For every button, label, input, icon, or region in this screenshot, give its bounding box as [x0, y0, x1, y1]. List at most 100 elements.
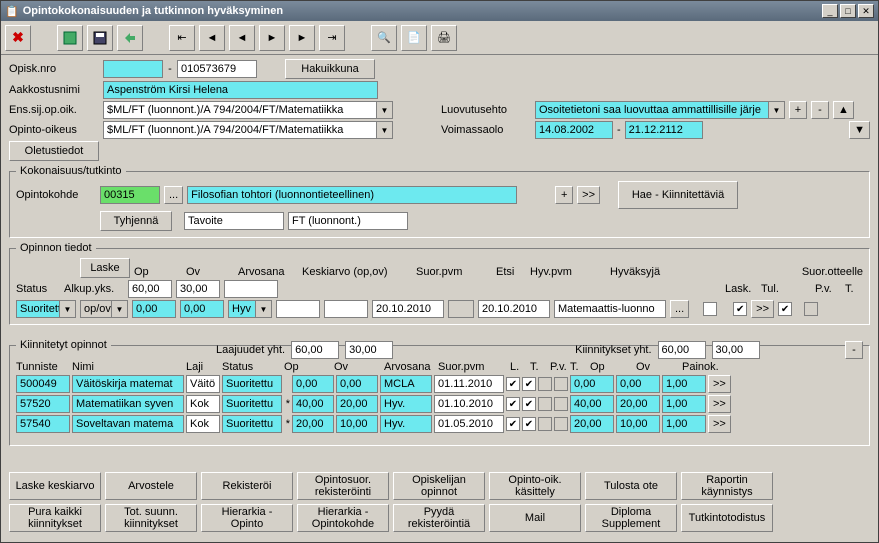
- action-button[interactable]: Diploma Supplement: [585, 504, 677, 532]
- action-button[interactable]: Mail: [489, 504, 581, 532]
- action-button[interactable]: Arvostele: [105, 472, 197, 500]
- plus-button[interactable]: +: [789, 101, 807, 119]
- action-button[interactable]: Tutkintotodistus: [681, 504, 773, 532]
- cell-t2-check[interactable]: [554, 397, 568, 411]
- cell-t-check[interactable]: ✔: [522, 377, 536, 391]
- cell-painok[interactable]: 1,00: [662, 375, 706, 393]
- aakkostusnimi-field[interactable]: Aspenström Kirsi Helena: [103, 81, 378, 99]
- cell-pv-check[interactable]: [538, 417, 552, 431]
- cell-laji[interactable]: Väitö: [186, 375, 220, 393]
- arvosana-field1[interactable]: [224, 280, 278, 298]
- action-button[interactable]: Opintosuor. rekisteröinti: [297, 472, 389, 500]
- cell-suorpvm[interactable]: 01.10.2010: [434, 395, 504, 413]
- cell-painok[interactable]: 1,00: [662, 415, 706, 433]
- minimize-button[interactable]: _: [822, 4, 838, 18]
- action-button[interactable]: Pyydä rekisteröintiä: [393, 504, 485, 532]
- maximize-button[interactable]: □: [840, 4, 856, 18]
- voimassaolo-to[interactable]: 21.12.2112: [625, 121, 703, 139]
- action-button[interactable]: Raportin käynnistys: [681, 472, 773, 500]
- tavoite-field[interactable]: Tavoite: [184, 212, 284, 230]
- t-check[interactable]: [804, 302, 818, 316]
- chevron-down-icon[interactable]: ▼: [376, 102, 392, 118]
- print-icon[interactable]: 🖨: [431, 25, 457, 51]
- hyvpvm-field[interactable]: 20.10.2010: [478, 300, 550, 318]
- action-button[interactable]: Opiskelijan opinnot: [393, 472, 485, 500]
- oletustiedot-button[interactable]: Oletustiedot: [9, 141, 99, 161]
- cell-suorpvm[interactable]: 01.11.2010: [434, 375, 504, 393]
- luovutusehto-select[interactable]: Osoitetietoni saa luovuttaa ammattillisi…: [535, 101, 785, 119]
- voimassaolo-from[interactable]: 14.08.2002: [535, 121, 613, 139]
- opintokohde-desc[interactable]: Filosofian tohtori (luonnontieteellinen): [187, 186, 517, 204]
- action-button[interactable]: Tot. suunn. kiinnitykset: [105, 504, 197, 532]
- tul-next[interactable]: >>: [751, 300, 774, 318]
- cell-ov[interactable]: 0,00: [336, 375, 378, 393]
- laske-button[interactable]: Laske: [80, 258, 130, 278]
- cell-arvosana[interactable]: Hyv.: [380, 395, 432, 413]
- lask-check[interactable]: [703, 302, 717, 316]
- cell-op[interactable]: 0,00: [292, 375, 334, 393]
- kok-plus[interactable]: +: [555, 186, 573, 204]
- cell-op[interactable]: 40,00: [292, 395, 334, 413]
- nav-prev2-icon[interactable]: ◄: [229, 25, 255, 51]
- nav-first-icon[interactable]: ⇤: [169, 25, 195, 51]
- ens-select[interactable]: $ML/FT (luonnont.)/A 794/2004/FT/Matemat…: [103, 101, 393, 119]
- cell-arvosana[interactable]: Hyv.: [380, 415, 432, 433]
- cell-l-check[interactable]: ✔: [506, 417, 520, 431]
- op-field2[interactable]: 0,00: [132, 300, 176, 318]
- action-button[interactable]: Hierarkia - Opinto: [201, 504, 293, 532]
- close-button[interactable]: ✕: [858, 4, 874, 18]
- row-next[interactable]: >>: [708, 395, 731, 413]
- cell-tunniste[interactable]: 500049: [16, 375, 70, 393]
- cell-t-check[interactable]: ✔: [522, 417, 536, 431]
- cell-ov[interactable]: 10,00: [336, 415, 378, 433]
- nav-next2-icon[interactable]: ►: [259, 25, 285, 51]
- cell-nimi[interactable]: Soveltavan matema: [72, 415, 184, 433]
- cell-tunniste[interactable]: 57520: [16, 395, 70, 413]
- hae-button[interactable]: Hae - Kiinnitettäviä: [618, 181, 738, 209]
- cell-pv-check[interactable]: [538, 377, 552, 391]
- kok-next[interactable]: >>: [577, 186, 600, 204]
- cell-ov2[interactable]: 10,00: [616, 415, 660, 433]
- opinto-select[interactable]: $ML/FT (luonnont.)/A 794/2004/FT/Matemat…: [103, 121, 393, 139]
- status-select[interactable]: Suoritettu▼: [16, 300, 76, 318]
- export-icon[interactable]: [117, 25, 143, 51]
- cell-t2-check[interactable]: [554, 377, 568, 391]
- kiinn-minus[interactable]: -: [845, 341, 863, 359]
- ov-field2[interactable]: 0,00: [180, 300, 224, 318]
- tul-check[interactable]: ✔: [733, 302, 747, 316]
- cell-l-check[interactable]: ✔: [506, 397, 520, 411]
- disk-icon[interactable]: [87, 25, 113, 51]
- nav-prev-icon[interactable]: ◄: [199, 25, 225, 51]
- cell-suorpvm[interactable]: 01.05.2010: [434, 415, 504, 433]
- hakuikkuna-button[interactable]: Hakuikkuna: [285, 59, 375, 79]
- row-next[interactable]: >>: [708, 375, 731, 393]
- action-button[interactable]: Laske keskiarvo: [9, 472, 101, 500]
- cell-ov[interactable]: 20,00: [336, 395, 378, 413]
- minus-button[interactable]: -: [811, 101, 829, 119]
- op-field1[interactable]: 60,00: [128, 280, 172, 298]
- suorpvm-field[interactable]: 20.10.2010: [372, 300, 444, 318]
- chevron-down-icon[interactable]: ▼: [376, 122, 392, 138]
- cell-nimi[interactable]: Matematiikan syven: [72, 395, 184, 413]
- save-icon[interactable]: [57, 25, 83, 51]
- cell-laji[interactable]: Kok: [186, 415, 220, 433]
- up-button[interactable]: ▲: [833, 101, 854, 119]
- row-next[interactable]: >>: [708, 415, 731, 433]
- etsi-field[interactable]: [448, 300, 474, 318]
- cell-op[interactable]: 20,00: [292, 415, 334, 433]
- cell-nimi[interactable]: Väitöskirja matemat: [72, 375, 184, 393]
- cell-pv-check[interactable]: [538, 397, 552, 411]
- hyv-select[interactable]: Hyv▼: [228, 300, 272, 318]
- opintokohde-code[interactable]: 00315: [100, 186, 160, 204]
- opintokohde-browse[interactable]: ...: [164, 186, 183, 204]
- cell-laji[interactable]: Kok: [186, 395, 220, 413]
- cancel-icon[interactable]: ✖: [5, 25, 31, 51]
- cell-status[interactable]: Suoritettu: [222, 375, 282, 393]
- cell-op2[interactable]: 20,00: [570, 415, 614, 433]
- hyvaksyja-field[interactable]: Matemaattis-luonno: [554, 300, 666, 318]
- doc-icon[interactable]: 📄: [401, 25, 427, 51]
- action-button[interactable]: Hierarkia - Opintokohde: [297, 504, 389, 532]
- search-icon[interactable]: 🔍: [371, 25, 397, 51]
- cell-l-check[interactable]: ✔: [506, 377, 520, 391]
- cell-status[interactable]: Suoritettu: [222, 395, 282, 413]
